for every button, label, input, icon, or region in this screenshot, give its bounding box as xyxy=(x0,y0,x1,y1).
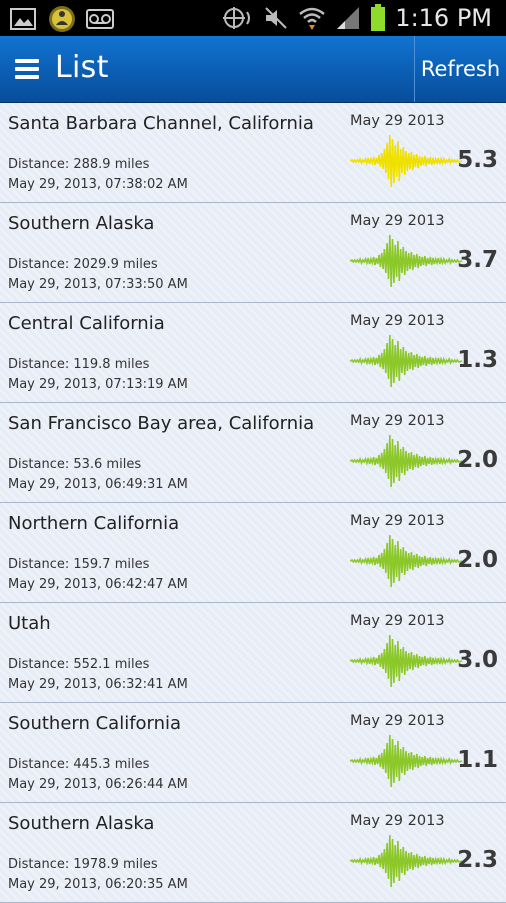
seismograph-icon xyxy=(350,834,462,888)
status-time: 1:16 PM xyxy=(395,4,492,32)
seismograph-icon xyxy=(350,534,462,588)
mute-icon xyxy=(265,7,288,29)
distance-label: Distance: 552.1 miles xyxy=(8,657,150,672)
list-item[interactable]: Southern Alaska Distance: 2029.9 miles M… xyxy=(0,203,506,303)
earthquake-list[interactable]: Santa Barbara Channel, California Distan… xyxy=(0,103,506,903)
location-label: Central California xyxy=(8,313,165,334)
list-item[interactable]: Santa Barbara Channel, California Distan… xyxy=(0,103,506,203)
date-label: May 29 2013 xyxy=(350,813,445,829)
magnitude-label: 2.3 xyxy=(457,847,498,873)
status-right: 1:16 PM xyxy=(222,4,492,32)
timestamp-label: May 29, 2013, 06:32:41 AM xyxy=(8,677,188,692)
timestamp-label: May 29, 2013, 06:49:31 AM xyxy=(8,477,188,492)
timestamp-label: May 29, 2013, 07:13:19 AM xyxy=(8,377,188,392)
magnitude-label: 5.3 xyxy=(457,147,498,173)
wifi-icon xyxy=(299,7,326,30)
battery-icon xyxy=(371,4,386,31)
seismograph-icon xyxy=(350,734,462,788)
date-label: May 29 2013 xyxy=(350,213,445,229)
distance-label: Distance: 53.6 miles xyxy=(8,457,142,472)
distance-label: Distance: 288.9 miles xyxy=(8,157,150,172)
distance-label: Distance: 445.3 miles xyxy=(8,757,150,772)
magnitude-label: 1.3 xyxy=(457,347,498,373)
list-item[interactable]: San Francisco Bay area, California Dista… xyxy=(0,403,506,503)
location-label: San Francisco Bay area, California xyxy=(8,413,315,434)
location-label: Southern Alaska xyxy=(8,213,155,234)
list-item[interactable]: Central California Distance: 119.8 miles… xyxy=(0,303,506,403)
timestamp-label: May 29, 2013, 06:26:44 AM xyxy=(8,777,188,792)
status-left xyxy=(10,5,114,33)
date-label: May 29 2013 xyxy=(350,113,445,129)
magnitude-label: 2.0 xyxy=(457,447,498,473)
timestamp-label: May 29, 2013, 06:20:35 AM xyxy=(8,877,188,892)
page-title: List xyxy=(55,50,109,85)
list-item[interactable]: Northern California Distance: 159.7 mile… xyxy=(0,503,506,603)
date-label: May 29 2013 xyxy=(350,613,445,629)
location-label: Santa Barbara Channel, California xyxy=(8,113,314,134)
seismograph-icon xyxy=(350,634,462,688)
image-icon xyxy=(10,8,36,30)
app-bar: List Refresh xyxy=(0,36,506,103)
refresh-button[interactable]: Refresh xyxy=(415,36,506,102)
location-label: Utah xyxy=(8,613,51,634)
distance-label: Distance: 2029.9 miles xyxy=(8,257,158,272)
date-label: May 29 2013 xyxy=(350,713,445,729)
menu-icon[interactable] xyxy=(15,59,39,79)
timestamp-label: May 29, 2013, 06:42:47 AM xyxy=(8,577,188,592)
seismograph-icon xyxy=(350,234,462,288)
seismograph-icon xyxy=(350,434,462,488)
magnitude-label: 2.0 xyxy=(457,547,498,573)
magnitude-label: 1.1 xyxy=(457,747,498,773)
voicemail-icon xyxy=(86,9,114,29)
location-icon xyxy=(223,7,251,29)
date-label: May 29 2013 xyxy=(350,513,445,529)
location-label: Southern Alaska xyxy=(8,813,155,834)
meditation-app-icon xyxy=(49,6,75,32)
distance-label: Distance: 1978.9 miles xyxy=(8,857,158,872)
list-item[interactable]: Southern Alaska Distance: 1978.9 miles M… xyxy=(0,803,506,903)
date-label: May 29 2013 xyxy=(350,413,445,429)
location-label: Northern California xyxy=(8,513,180,534)
seismograph-icon xyxy=(350,334,462,388)
list-item[interactable]: Southern California Distance: 445.3 mile… xyxy=(0,703,506,803)
signal-icon xyxy=(337,7,360,29)
distance-label: Distance: 159.7 miles xyxy=(8,557,150,572)
seismograph-icon xyxy=(350,134,462,188)
distance-label: Distance: 119.8 miles xyxy=(8,357,150,372)
timestamp-label: May 29, 2013, 07:38:02 AM xyxy=(8,177,188,192)
timestamp-label: May 29, 2013, 07:33:50 AM xyxy=(8,277,188,292)
magnitude-label: 3.7 xyxy=(457,247,498,273)
magnitude-label: 3.0 xyxy=(457,647,498,673)
status-bar: 1:16 PM xyxy=(0,0,506,36)
list-item[interactable]: Utah Distance: 552.1 miles May 29, 2013,… xyxy=(0,603,506,703)
date-label: May 29 2013 xyxy=(350,313,445,329)
location-label: Southern California xyxy=(8,713,182,734)
